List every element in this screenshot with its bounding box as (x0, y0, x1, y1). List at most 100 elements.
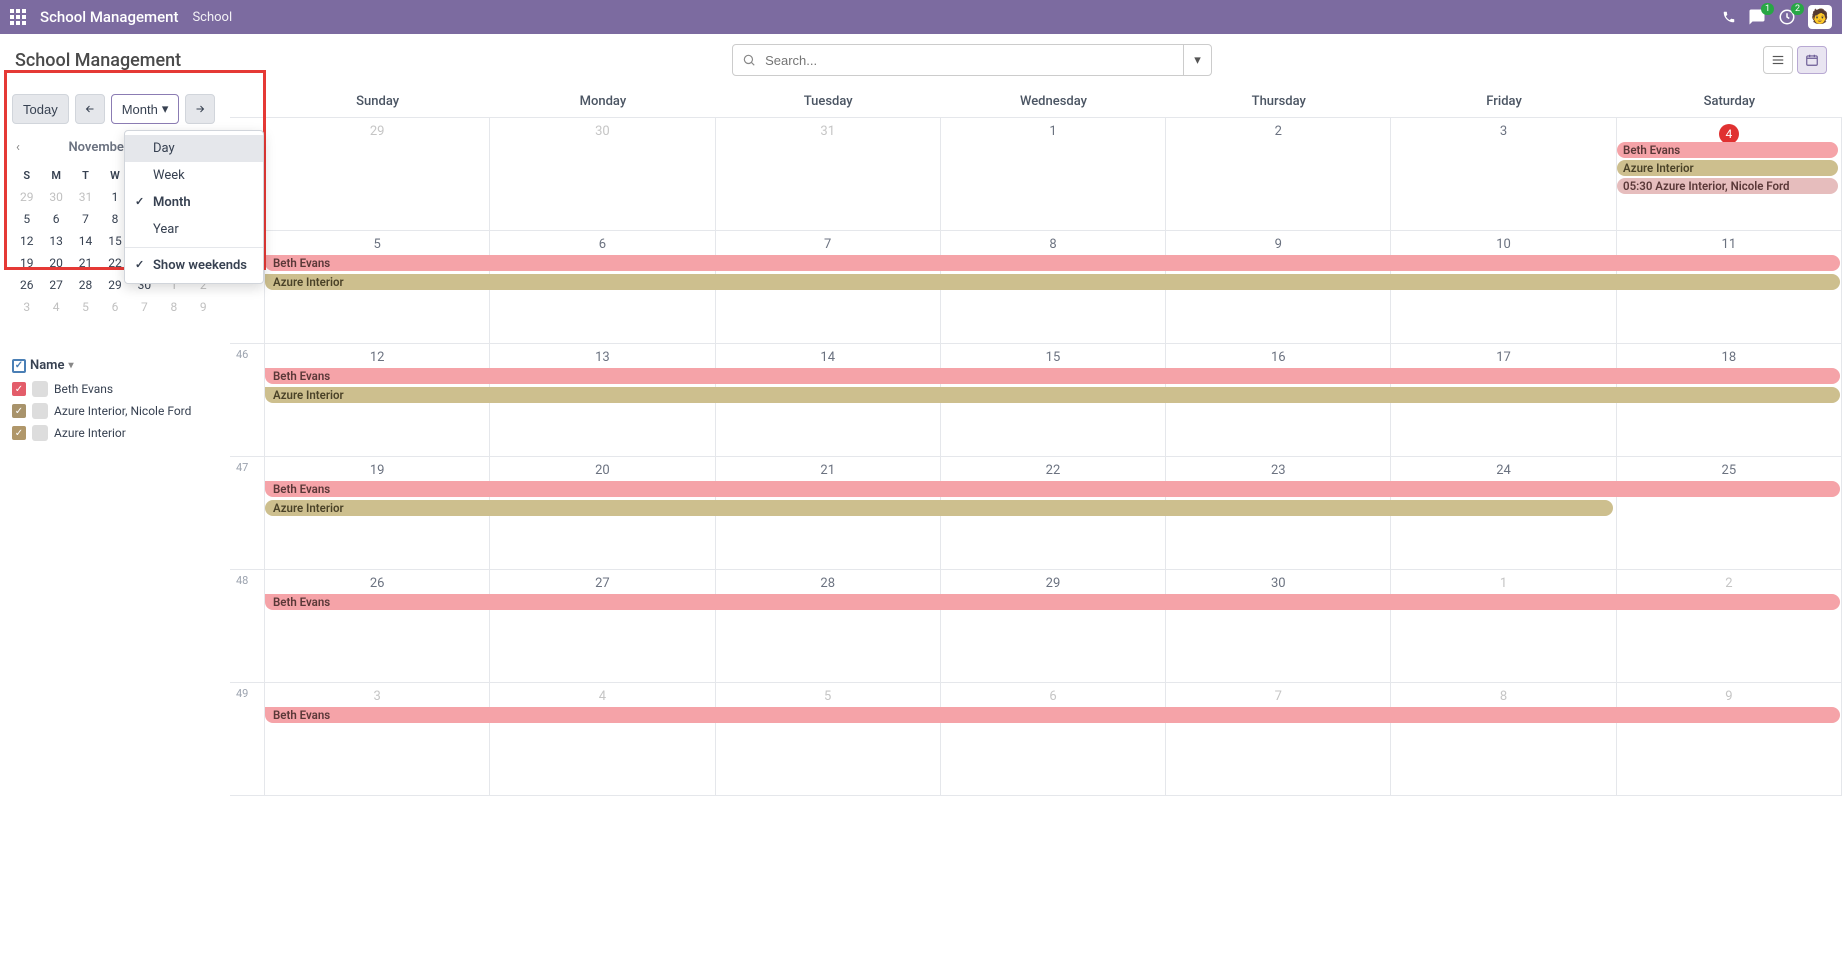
calendar-dow: Tuesday (716, 86, 941, 117)
calendar-event[interactable]: Beth Evans (265, 255, 1840, 271)
view-list-button[interactable] (1763, 46, 1793, 74)
mini-day[interactable]: 19 (12, 252, 41, 274)
calendar-week-row: 49 3 4 5 6 7 8 9 Beth Evans (230, 683, 1842, 796)
today-button[interactable]: Today (12, 94, 69, 124)
filter-group-name[interactable]: ✓ Name ▾ (12, 358, 218, 373)
mini-day[interactable]: 26 (12, 274, 41, 296)
day-cell[interactable]: 6 (941, 683, 1166, 795)
mini-day[interactable]: 3 (12, 296, 41, 318)
day-number: 1 (1391, 572, 1615, 595)
mini-day[interactable]: 30 (41, 186, 70, 208)
range-selector-button[interactable]: Month▾ (111, 94, 180, 124)
day-number: 20 (490, 459, 714, 482)
mini-day[interactable]: 21 (71, 252, 100, 274)
mini-day[interactable]: 27 (41, 274, 70, 296)
day-cell[interactable]: 3 (265, 683, 490, 795)
day-cell[interactable]: 30 (1166, 570, 1391, 682)
dropdown-show-weekends[interactable]: Show weekends (125, 252, 263, 279)
filter-item[interactable]: ✓ Beth Evans (12, 381, 218, 397)
mini-day[interactable]: 6 (100, 296, 129, 318)
calendar-event[interactable]: Azure Interior (265, 387, 1840, 403)
mini-day[interactable]: 5 (71, 296, 100, 318)
calendar-event[interactable]: 05:30 Azure Interior, Nicole Ford (1617, 178, 1838, 194)
view-calendar-button[interactable] (1797, 46, 1827, 74)
day-cell[interactable]: 29 (265, 118, 490, 230)
mini-prev-icon[interactable]: ‹ (12, 138, 24, 157)
day-number: 3 (1391, 120, 1615, 143)
mini-day[interactable]: 28 (71, 274, 100, 296)
filter-avatar (32, 425, 48, 441)
activity-icon[interactable]: 2 (1778, 8, 1796, 26)
day-cell[interactable]: 27 (490, 570, 715, 682)
filter-item[interactable]: ✓ Azure Interior, Nicole Ford (12, 403, 218, 419)
day-cell[interactable]: 4 (490, 683, 715, 795)
filter-item[interactable]: ✓ Azure Interior (12, 425, 218, 441)
user-avatar[interactable]: 🧑 (1808, 5, 1832, 29)
mini-day[interactable]: 29 (12, 186, 41, 208)
mini-day[interactable]: 7 (130, 296, 159, 318)
day-cell[interactable]: 30 (490, 118, 715, 230)
day-cell[interactable]: 2 (1166, 118, 1391, 230)
mini-day[interactable]: 20 (41, 252, 70, 274)
day-cell[interactable]: 26 (265, 570, 490, 682)
calendar-event[interactable]: Beth Evans (1617, 142, 1838, 158)
phone-icon[interactable] (1722, 10, 1736, 24)
mini-day[interactable]: 4 (41, 296, 70, 318)
search-options-dropdown[interactable]: ▾ (1183, 45, 1211, 75)
day-number: 27 (490, 572, 714, 595)
mini-day[interactable]: 13 (41, 230, 70, 252)
calendar-dow: Thursday (1166, 86, 1391, 117)
filter-group-label: Name (30, 358, 64, 373)
dropdown-day[interactable]: Day (125, 135, 263, 162)
dropdown-week[interactable]: Week (125, 162, 263, 189)
calendar-event[interactable]: Beth Evans (265, 481, 1840, 497)
day-number: 17 (1391, 346, 1615, 369)
day-cell[interactable]: 2 (1617, 570, 1842, 682)
mini-day[interactable]: 9 (189, 296, 218, 318)
day-cell[interactable]: 31 (716, 118, 941, 230)
nav-menu-school[interactable]: School (192, 10, 232, 25)
mini-day[interactable]: 14 (71, 230, 100, 252)
calendar-event[interactable]: Azure Interior (265, 500, 1613, 516)
day-number: 9 (1617, 685, 1841, 708)
day-number: 5 (716, 685, 940, 708)
day-cell[interactable]: 1 (1391, 570, 1616, 682)
day-cell[interactable]: 1 (941, 118, 1166, 230)
day-number: 24 (1391, 459, 1615, 482)
mini-day[interactable]: 31 (71, 186, 100, 208)
calendar-week-row: 48 26 27 28 29 30 1 2 Beth Evans (230, 570, 1842, 683)
calendar-event[interactable]: Beth Evans (265, 707, 1840, 723)
chevron-down-icon: ▾ (162, 101, 169, 117)
day-cell[interactable]: 9 (1617, 683, 1842, 795)
mini-dow: S (12, 165, 41, 186)
day-cell[interactable]: 3 (1391, 118, 1616, 230)
day-cell[interactable]: 8 (1391, 683, 1616, 795)
day-number: 29 (941, 572, 1165, 595)
day-cell[interactable]: 5 (716, 683, 941, 795)
chevron-down-icon: ▾ (68, 360, 73, 371)
mini-day[interactable]: 5 (12, 208, 41, 230)
day-cell[interactable]: 7 (1166, 683, 1391, 795)
day-number: 6 (941, 685, 1165, 708)
day-cell[interactable]: 28 (716, 570, 941, 682)
calendar-event[interactable]: Azure Interior (265, 274, 1840, 290)
calendar-dow: Monday (490, 86, 715, 117)
calendar-event[interactable]: Beth Evans (265, 594, 1840, 610)
day-cell[interactable]: 29 (941, 570, 1166, 682)
next-button[interactable] (185, 94, 215, 124)
prev-button[interactable] (75, 94, 105, 124)
mini-day[interactable]: 6 (41, 208, 70, 230)
calendar-event[interactable]: Beth Evans (265, 368, 1840, 384)
dropdown-month[interactable]: Month (125, 189, 263, 216)
search-input[interactable] (765, 53, 1183, 68)
mini-day[interactable]: 12 (12, 230, 41, 252)
calendar-event[interactable]: Azure Interior (1617, 160, 1838, 176)
dropdown-year[interactable]: Year (125, 216, 263, 243)
mini-day[interactable]: 8 (159, 296, 188, 318)
filter-avatar (32, 403, 48, 419)
mini-day[interactable]: 7 (71, 208, 100, 230)
messages-icon[interactable]: 1 (1748, 8, 1766, 26)
day-number: 13 (490, 346, 714, 369)
apps-icon[interactable] (10, 9, 26, 25)
calendar-area: SundayMondayTuesdayWednesdayThursdayFrid… (230, 86, 1842, 796)
